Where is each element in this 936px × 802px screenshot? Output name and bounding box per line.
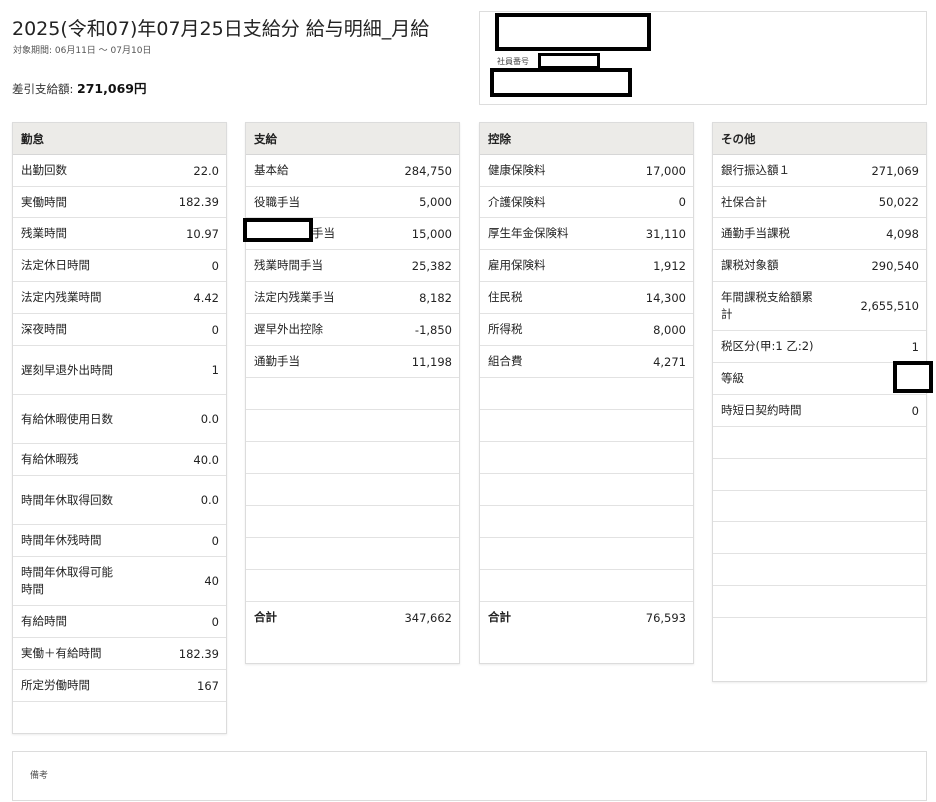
table-row: 社保合計 50,022 — [713, 187, 926, 218]
other-card: その他 銀行振込額１ 271,069 社保合計 50,022 通勤手当課税 4,098… — [712, 122, 933, 682]
table-row: 出勤回数 22.0 — [13, 155, 226, 187]
payments-total-row: 合計 347,662 — [254, 610, 452, 625]
table-row: 時間年休残時間 0 — [13, 525, 226, 557]
table-row: 実働＋有給時間 182.39 — [13, 638, 226, 670]
other-header: その他 — [713, 123, 926, 155]
pay-period: 対象期間: 06月11日 〜 07月10日 — [13, 46, 152, 56]
empty-row — [246, 538, 459, 570]
table-row: 実働時間 182.39 — [13, 187, 226, 218]
table-row: 銀行振込額１ 271,069 — [713, 155, 926, 187]
table-row: 残業時間手当 25,382 — [246, 250, 459, 282]
empty-row — [480, 570, 693, 602]
remarks-label: 備考 — [30, 771, 49, 781]
payments-header: 支給 — [246, 123, 459, 155]
payments-card: 支給 基本給 284,750 役職手当 5,000 手当 15,000 残業時間手当 2… — [243, 122, 460, 664]
deductions-header: 控除 — [480, 123, 693, 155]
table-row: 時間年休取得可能時間 40 — [13, 557, 226, 606]
table-row: 有給休暇残 40.0 — [13, 444, 226, 476]
empty-row — [480, 474, 693, 506]
deductions-card: 控除 健康保険料 17,000 介護保険料 0 厚生年金保険料 31,110 雇用保険… — [479, 122, 694, 664]
table-row: 通勤手当 11,198 — [246, 346, 459, 378]
table-row: 厚生年金保険料 31,110 — [480, 218, 693, 250]
empty-row — [246, 474, 459, 506]
empty-row — [713, 522, 926, 554]
table-row: 法定内残業時間 4.42 — [13, 282, 226, 314]
table-row: 税区分(甲:1 乙:2) 1 — [713, 331, 926, 363]
employee-info-box: 社員番号 — [479, 11, 927, 105]
empty-row — [246, 378, 459, 410]
empty-row — [480, 410, 693, 442]
table-row: 法定内残業手当 8,182 — [246, 282, 459, 314]
empty-row — [246, 410, 459, 442]
empty-row — [713, 427, 926, 459]
net-pay-label: 差引支給額: — [12, 82, 78, 96]
empty-row — [246, 442, 459, 474]
table-row: 住民税 14,300 — [480, 282, 693, 314]
table-row: 年間課税支給額累計 2,655,510 — [713, 282, 926, 331]
table-row: 残業時間 10.97 — [13, 218, 226, 250]
table-row: 法定休日時間 0 — [13, 250, 226, 282]
table-row: 介護保険料 0 — [480, 187, 693, 218]
empty-row — [246, 506, 459, 538]
redacted-block — [243, 218, 313, 242]
table-row: 有給休暇使用日数 0.0 — [13, 395, 226, 444]
empty-row — [480, 506, 693, 538]
table-row: 手当 15,000 — [243, 218, 459, 250]
table-row: 時間年休取得回数 0.0 — [13, 476, 226, 525]
empty-row — [246, 570, 459, 602]
table-row: 通勤手当課税 4,098 — [713, 218, 926, 250]
empty-row — [713, 554, 926, 586]
remarks-box: 備考 — [12, 751, 927, 801]
net-pay: 差引支給額: 271,069円 — [12, 78, 146, 97]
attendance-card: 勤怠 出勤回数 22.0 実働時間 182.39 残業時間 10.97 法定休日時間 0… — [12, 122, 227, 734]
table-row: 雇用保険料 1,912 — [480, 250, 693, 282]
table-row: 等級 — [713, 361, 933, 395]
empty-row — [480, 378, 693, 410]
empty-row — [713, 618, 926, 650]
redacted-block — [538, 53, 600, 69]
table-row: 遅早外出控除 -1,850 — [246, 314, 459, 346]
table-row: 遅刻早退外出時間 1 — [13, 346, 226, 395]
table-row: 組合費 4,271 — [480, 346, 693, 378]
empty-row — [713, 491, 926, 522]
table-row: 時短日契約時間 0 — [713, 395, 926, 427]
empty-row — [713, 586, 926, 618]
deductions-total-row: 合計 76,593 — [488, 610, 686, 625]
table-row: 深夜時間 0 — [13, 314, 226, 346]
table-row: 課税対象額 290,540 — [713, 250, 926, 282]
attendance-header: 勤怠 — [13, 123, 226, 155]
empty-row — [713, 459, 926, 491]
empty-row — [480, 538, 693, 570]
table-row: 基本給 284,750 — [246, 155, 459, 187]
net-pay-amount: 271,069円 — [77, 81, 147, 96]
empty-row — [480, 442, 693, 474]
redacted-block — [490, 68, 632, 97]
table-row: 健康保険料 17,000 — [480, 155, 693, 187]
redacted-block — [495, 13, 651, 51]
table-row: 役職手当 5,000 — [246, 187, 459, 218]
table-row: 所定労働時間 167 — [13, 670, 226, 702]
page-title: 2025(令和07)年07月25日支給分 給与明細_月給 — [12, 18, 430, 40]
table-row: 所得税 8,000 — [480, 314, 693, 346]
employee-number-label: 社員番号 — [497, 57, 529, 66]
redacted-block — [893, 361, 933, 393]
table-row: 有給時間 0 — [13, 606, 226, 638]
